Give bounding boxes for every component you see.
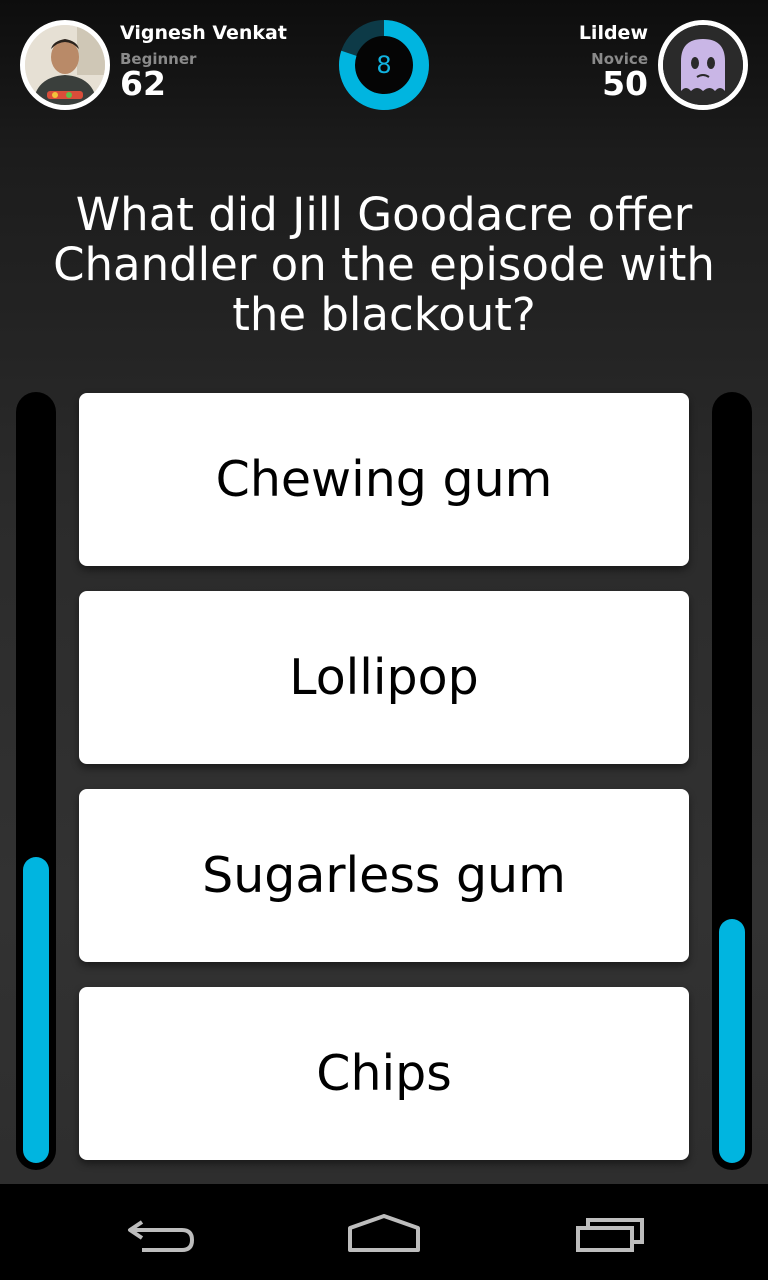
recent-apps-icon xyxy=(576,1218,644,1252)
answer-option-3[interactable]: Sugarless gum xyxy=(79,789,689,962)
home-icon xyxy=(348,1214,420,1252)
player-name-right: Lildew xyxy=(578,22,648,44)
back-button[interactable] xyxy=(112,1204,208,1264)
game-header: Vignesh Venkat Beginner 62 8 Lildew Novi… xyxy=(0,0,768,130)
score-meter-right xyxy=(712,392,752,1170)
score-meter-fill-left xyxy=(23,857,49,1163)
answer-label: Lollipop xyxy=(289,649,479,706)
ghost-avatar-icon xyxy=(663,25,743,105)
recent-apps-button[interactable] xyxy=(564,1204,660,1264)
score-meter-left xyxy=(16,392,56,1170)
answer-option-1[interactable]: Chewing gum xyxy=(79,393,689,566)
home-button[interactable] xyxy=(336,1204,432,1264)
system-navigation-bar xyxy=(0,1184,768,1280)
back-icon xyxy=(128,1220,195,1252)
timer-value: 8 xyxy=(376,51,392,79)
score-meter-fill-right xyxy=(719,919,745,1163)
answer-option-2[interactable]: Lollipop xyxy=(79,591,689,764)
answer-label: Sugarless gum xyxy=(202,847,566,904)
answer-label: Chips xyxy=(316,1045,452,1102)
question-text: What did Jill Goodacre offer Chandler on… xyxy=(53,188,715,341)
answer-option-4[interactable]: Chips xyxy=(79,987,689,1160)
player-name-left: Vignesh Venkat xyxy=(120,22,287,44)
countdown-timer: 8 xyxy=(338,19,430,111)
player-avatar-right[interactable] xyxy=(658,20,748,110)
player-avatar-left[interactable] xyxy=(20,20,110,110)
user-photo-avatar-icon xyxy=(25,25,105,105)
player-score-right: 50 xyxy=(602,64,648,103)
answer-label: Chewing gum xyxy=(215,451,553,508)
player-score-left: 62 xyxy=(120,64,166,103)
